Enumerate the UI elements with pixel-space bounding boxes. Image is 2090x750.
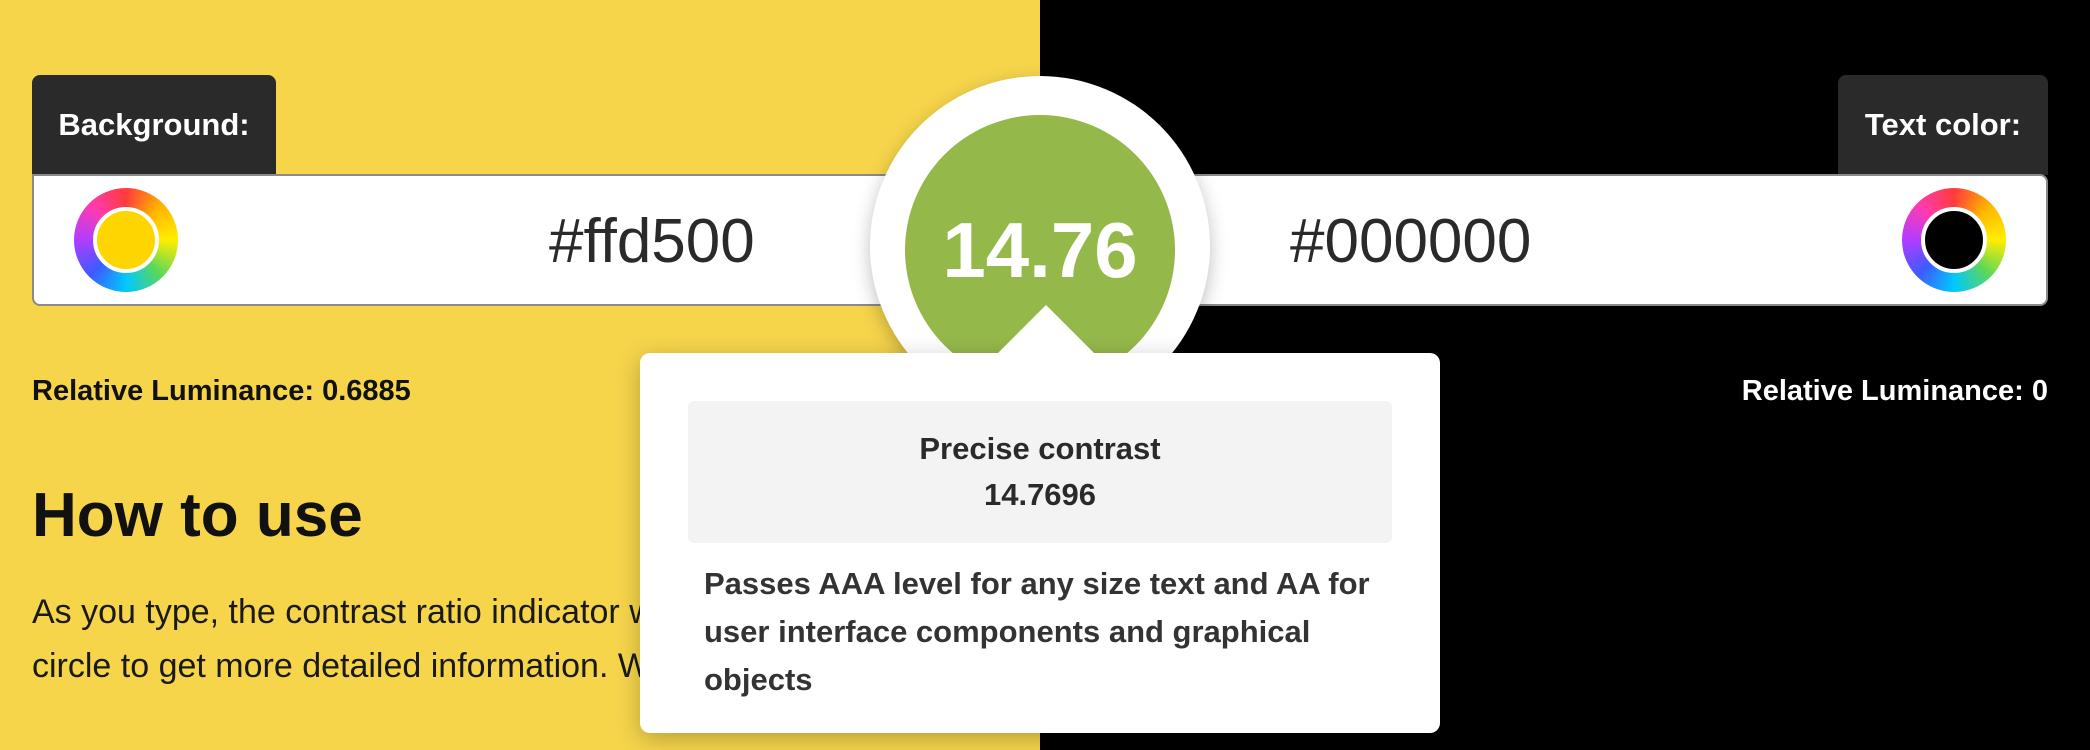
background-label: Background:: [32, 75, 276, 175]
compliance-description: Passes AAA level for any size text and A…: [704, 566, 1370, 697]
text-luminance-value: 0: [2031, 375, 2048, 407]
text-color-luminance: Relative Luminance: 0: [1742, 375, 2048, 408]
precise-contrast-box: Precise contrast 14.7696: [688, 401, 1392, 543]
text-color-label: Text color:: [1838, 75, 2048, 175]
background-swatch-preview: [93, 207, 159, 273]
text-color-hex-input[interactable]: [1290, 206, 1670, 277]
text-color-wheel-icon[interactable]: [1902, 188, 2006, 292]
background-luminance-value: 0.6885: [322, 375, 411, 407]
text-luminance-label: Relative Luminance:: [1741, 375, 2024, 407]
precise-contrast-label: Precise contrast: [919, 431, 1161, 466]
background-color-wheel-icon[interactable]: [74, 188, 178, 292]
tooltip-arrow: [994, 305, 1098, 357]
text-swatch-preview: [1921, 207, 1987, 273]
how-to-use-heading: How to use: [32, 481, 363, 550]
precise-contrast-value: 14.7696: [983, 477, 1097, 512]
background-luminance: Relative Luminance: 0.6885: [32, 375, 411, 408]
background-luminance-label: Relative Luminance:: [32, 375, 315, 407]
contrast-tooltip: Precise contrast 14.7696 Passes AAA leve…: [640, 353, 1440, 733]
